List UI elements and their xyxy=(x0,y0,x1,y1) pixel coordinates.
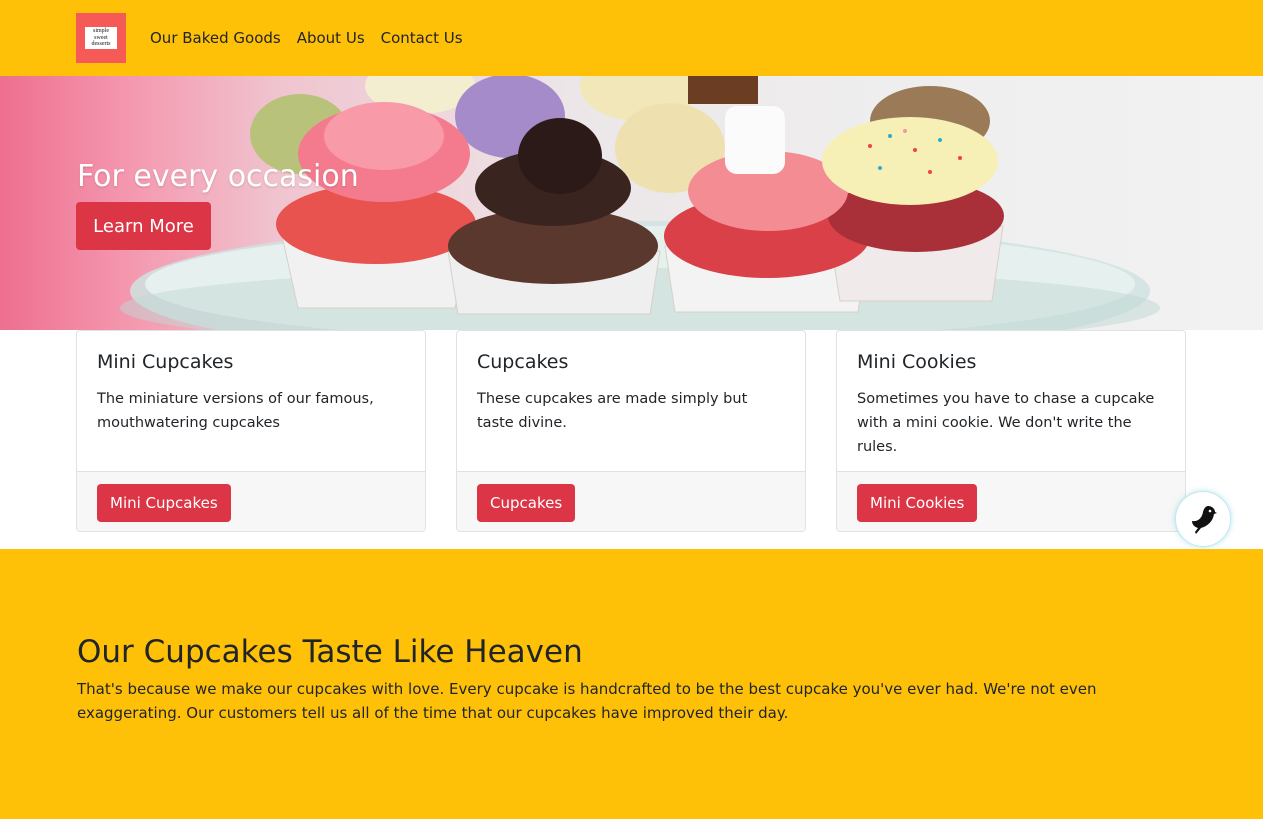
nav-link-baked-goods[interactable]: Our Baked Goods xyxy=(150,29,281,47)
nav-link-contact-us[interactable]: Contact Us xyxy=(381,29,463,47)
brand-logo[interactable]: simple sweet desserts xyxy=(76,13,126,63)
card-title: Cupcakes xyxy=(477,351,569,373)
bird-icon xyxy=(1192,506,1217,534)
card-mini-cupcakes: Mini Cupcakes The miniature versions of … xyxy=(76,330,426,532)
card-footer: Mini Cookies xyxy=(837,471,1185,531)
card-title: Mini Cupcakes xyxy=(97,351,234,373)
about-section: Our Cupcakes Taste Like Heaven That's be… xyxy=(0,549,1263,819)
nav-links: Our Baked Goods About Us Contact Us xyxy=(150,29,463,47)
logo-wordmark: simple sweet desserts xyxy=(85,27,117,49)
card-body: Mini Cupcakes The miniature versions of … xyxy=(77,331,425,471)
card-text: Sometimes you have to chase a cupcake wi… xyxy=(857,391,1155,455)
mini-cupcakes-button[interactable]: Mini Cupcakes xyxy=(97,484,231,522)
about-text: That's because we make our cupcakes with… xyxy=(77,680,1097,722)
hero-banner: For every occasion Learn More xyxy=(0,76,1263,330)
learn-more-button[interactable]: Learn More xyxy=(76,202,211,250)
product-cards: Mini Cupcakes The miniature versions of … xyxy=(0,330,1263,549)
about-title: Our Cupcakes Taste Like Heaven xyxy=(77,634,583,670)
card-cupcakes: Cupcakes These cupcakes are made simply … xyxy=(456,330,806,532)
navbar: simple sweet desserts Our Baked Goods Ab… xyxy=(0,0,1263,76)
mini-cookies-button[interactable]: Mini Cookies xyxy=(857,484,978,522)
card-body: Mini Cookies Sometimes you have to chase… xyxy=(837,331,1185,471)
chat-widget-button[interactable] xyxy=(1175,491,1231,547)
nav-link-about-us[interactable]: About Us xyxy=(297,29,365,47)
card-text: These cupcakes are made simply but taste… xyxy=(477,391,748,431)
card-mini-cookies: Mini Cookies Sometimes you have to chase… xyxy=(836,330,1186,532)
card-body: Cupcakes These cupcakes are made simply … xyxy=(457,331,805,471)
card-footer: Mini Cupcakes xyxy=(77,471,425,531)
hero-title: For every occasion xyxy=(77,159,359,194)
card-text: The miniature versions of our famous, mo… xyxy=(97,391,374,431)
card-footer: Cupcakes xyxy=(457,471,805,531)
logo-line-3: desserts xyxy=(91,41,111,47)
cupcakes-button[interactable]: Cupcakes xyxy=(477,484,576,522)
card-title: Mini Cookies xyxy=(857,351,977,373)
